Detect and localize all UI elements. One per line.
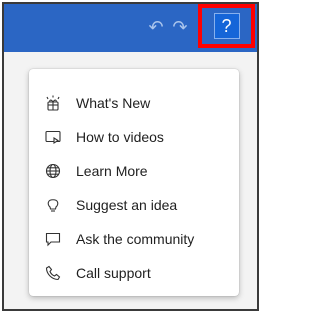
app-window: ↶ ↷ ? What's New How to videos Learn Mor… xyxy=(2,2,259,311)
menu-item-suggest-an-idea[interactable]: Suggest an idea xyxy=(29,188,239,222)
menu-item-label: Call support xyxy=(76,265,151,281)
menu-item-label: Learn More xyxy=(76,163,148,179)
menu-item-label: What's New xyxy=(76,95,151,111)
phone-icon xyxy=(45,265,61,281)
menu-item-how-to-videos[interactable]: How to videos xyxy=(29,120,239,154)
menu-item-label: How to videos xyxy=(76,129,164,145)
undo-icon[interactable]: ↶ xyxy=(146,17,166,37)
video-icon xyxy=(45,129,61,145)
globe-icon xyxy=(45,163,61,179)
menu-item-label: Suggest an idea xyxy=(76,197,178,213)
menu-item-ask-the-community[interactable]: Ask the community xyxy=(29,222,239,256)
menu-item-call-support[interactable]: Call support xyxy=(29,256,239,290)
chat-icon xyxy=(45,231,61,247)
help-menu: What's New How to videos Learn More Sugg… xyxy=(29,69,239,296)
menu-item-whats-new[interactable]: What's New xyxy=(29,86,239,120)
menu-item-learn-more[interactable]: Learn More xyxy=(29,154,239,188)
redo-icon[interactable]: ↷ xyxy=(170,17,190,37)
help-button[interactable]: ? xyxy=(213,13,240,39)
help-button-highlight: ? xyxy=(198,4,255,48)
lightbulb-icon xyxy=(45,197,61,213)
sparkle-icon xyxy=(45,95,61,111)
title-bar: ↶ ↷ ? xyxy=(4,4,257,52)
menu-item-label: Ask the community xyxy=(76,231,195,247)
